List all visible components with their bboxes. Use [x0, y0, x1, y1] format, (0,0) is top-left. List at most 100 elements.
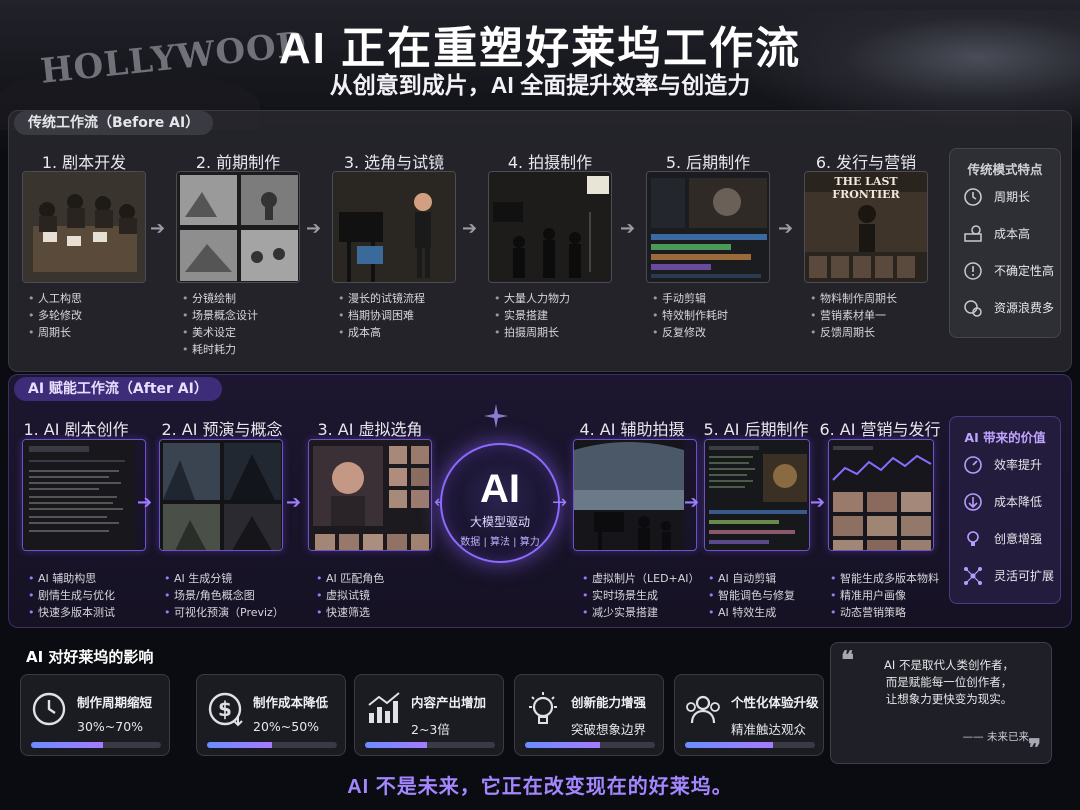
bullet: 分镜绘制 [182, 290, 316, 307]
value-label: 创意增强 [994, 532, 1043, 546]
bullet: 人工构思 [28, 290, 162, 307]
before-step-bullets: 大量人力物力 实景搭建 拍摄周期长 [494, 290, 628, 341]
before-step-title: 1. 剧本开发 [41, 153, 127, 172]
progress-bar [31, 742, 161, 748]
impact-card-value: 2~3倍 [411, 722, 450, 737]
after-step-title: 6. AI 营销与发行 [819, 420, 941, 439]
bullet: 反馈周期长 [810, 324, 944, 341]
quote-author: —— 未来已来 [962, 731, 1029, 743]
arrow-right-icon: → [552, 492, 568, 513]
impact-card-value: 精准触达观众 [731, 722, 807, 737]
after-step-bullets: 智能生成多版本物料 精准用户画像 动态营销策略 [830, 570, 964, 621]
impact-card-value: 30%~70% [77, 719, 144, 734]
progress-bar [207, 742, 337, 748]
before-step-bullets: 手动剪辑 特效制作耗时 反复修改 [652, 290, 786, 341]
before-step-bullets: 分镜绘制 场景概念设计 美术设定 耗时耗力 [182, 290, 316, 358]
quote-box: ❝ AI 不是取代人类创作者， 而是赋能每一位创作者， 让想象力更快变为现实。 … [830, 642, 1052, 764]
bullet: 智能生成多版本物料 [830, 570, 964, 587]
trait-label: 成本高 [994, 227, 1031, 241]
after-step-bullets: AI 生成分镜 场景/角色概念图 可视化预演（Previz） [164, 570, 298, 621]
trait-item: 资源浪费多 [950, 289, 1060, 326]
cost-down-icon [962, 491, 984, 513]
hub-label: AI [480, 467, 520, 511]
quote-line: 而是赋能每一位创作者， [885, 675, 1013, 689]
after-step-bullets: 虚拟制片（LED+AI） 实时场景生成 减少实景搭建 [582, 570, 716, 621]
impact-card-title: 个性化体验升级 [731, 695, 819, 710]
quote-line: 让想象力更快变为现实。 [885, 692, 1013, 706]
trait-item: 周期长 [950, 178, 1060, 215]
progress-bar [365, 742, 495, 748]
traditional-traits-box: 传统模式特点 周期长 成本高 不确定性高 资源浪费多 [949, 148, 1061, 338]
ai-script-ui-image [22, 439, 146, 551]
trait-label: 资源浪费多 [994, 301, 1055, 315]
bullet: 实时场景生成 [582, 587, 716, 604]
bullet: 场景/角色概念图 [164, 587, 298, 604]
after-step-title: 3. AI 虚拟选角 [317, 420, 423, 439]
after-step-title: 1. AI 剧本创作 [23, 420, 129, 439]
bullet: 耗时耗力 [182, 341, 316, 358]
trait-label: 周期长 [994, 190, 1031, 204]
arrow-right-icon: ➔ [286, 492, 302, 513]
storyboard-sketches-image [176, 171, 300, 283]
ai-concept-art-image [159, 439, 283, 551]
value-item: 效率提升 [950, 446, 1060, 483]
before-step-title: 3. 选角与试镜 [343, 153, 445, 172]
page-subtitle-highlight: 全面提升效率与创造力 [520, 72, 751, 98]
impact-card-title: 内容产出增加 [411, 695, 487, 710]
impact-card-value: 20%~50% [253, 719, 320, 734]
bullet: 漫长的试镜流程 [338, 290, 472, 307]
bullet: 档期协调困难 [338, 307, 472, 324]
bullet: AI 辅助构思 [28, 570, 162, 587]
poster-title: THE LAST FRONTIER [832, 175, 900, 201]
impact-card-value: 突破想象边界 [571, 722, 647, 737]
arrow-right-icon: ➔ [778, 218, 794, 239]
value-title: AI 带来的价值 [964, 430, 1046, 445]
lightbulb-icon [523, 689, 563, 729]
quote-close-icon: ❞ [1028, 733, 1041, 762]
slogan: AI 不是未来，它正在改变现在的好莱坞。 [347, 776, 733, 798]
impact-title: AI 对好莱坞的影响 [26, 648, 154, 666]
editing-software-image [646, 171, 770, 283]
value-item: 灵活可扩展 [950, 557, 1060, 594]
impact-card-title: 制作周期缩短 [77, 695, 153, 710]
bullet: AI 匹配角色 [316, 570, 450, 587]
ai-marketing-dashboard-image [828, 439, 934, 551]
progress-fill [685, 742, 774, 748]
bullet: 物料制作周期长 [810, 290, 944, 307]
impact-card: 创新能力增强 突破想象边界 [514, 674, 664, 756]
bullet: 快速多版本测试 [28, 604, 162, 621]
bullet: AI 自动剪辑 [708, 570, 842, 587]
bullet: 精准用户画像 [830, 587, 964, 604]
bullet: 虚拟制片（LED+AI） [582, 570, 716, 587]
bullet: 特效制作耗时 [652, 307, 786, 324]
hub-line2: 数据 | 算法 | 算力 [460, 537, 540, 548]
bullet: AI 特效生成 [708, 604, 842, 621]
ai-casting-faces-image [308, 439, 432, 551]
value-item: 成本降低 [950, 483, 1060, 520]
clock-icon [29, 689, 69, 729]
arrow-right-icon: ➔ [462, 218, 478, 239]
ai-hub: AI 大模型驱动 数据 | 算法 | 算力 [440, 443, 560, 563]
trait-item: 不确定性高 [950, 252, 1060, 289]
arrow-right-icon: ➔ [150, 218, 166, 239]
before-step-bullets: 人工构思 多轮修改 周期长 [28, 290, 162, 341]
creativity-icon [962, 528, 984, 550]
arrow-right-icon: ➔ [137, 492, 153, 513]
value-label: 灵活可扩展 [994, 569, 1055, 583]
value-label: 成本降低 [994, 495, 1043, 509]
bullet: 反复修改 [652, 324, 786, 341]
progress-fill [207, 742, 272, 748]
progress-fill [365, 742, 428, 748]
bullet: 多轮修改 [28, 307, 162, 324]
before-step-title: 2. 前期制作 [195, 153, 281, 172]
progress-bar [685, 742, 815, 748]
bullet: 拍摄周期长 [494, 324, 628, 341]
film-set-image [488, 171, 612, 283]
bullet: 成本高 [338, 324, 472, 341]
impact-card: 内容产出增加 2~3倍 [354, 674, 504, 756]
script-meeting-image [22, 171, 146, 283]
dollar-down-icon: $ [205, 689, 245, 729]
alert-icon [962, 260, 984, 282]
bullet: 周期长 [28, 324, 162, 341]
money-stack-icon [962, 223, 984, 245]
